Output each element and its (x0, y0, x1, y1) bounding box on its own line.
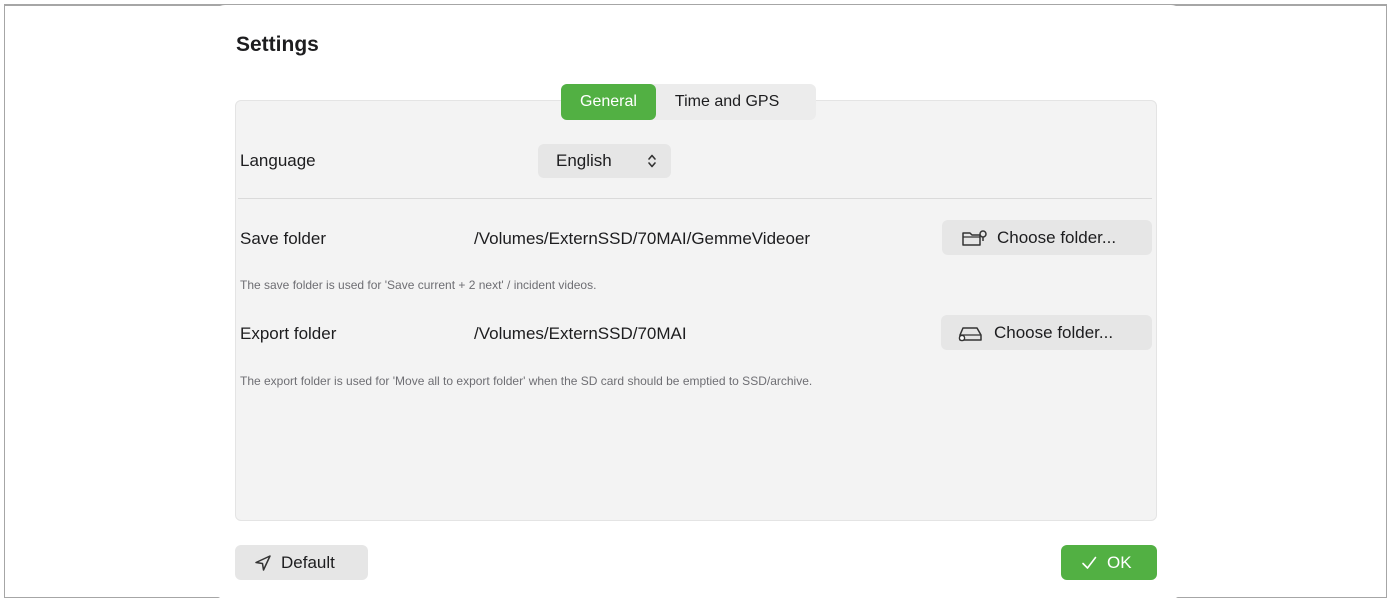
language-value: English (556, 151, 612, 170)
external-drive-icon (957, 324, 985, 342)
save-folder-choose-label: Choose folder... (997, 228, 1117, 247)
save-folder-path: /Volumes/ExternSSD/70MAI/GemmeVideoer (474, 229, 811, 248)
export-folder-path: /Volumes/ExternSSD/70MAI (474, 324, 687, 343)
language-label: Language (240, 151, 316, 170)
ok-button[interactable]: OK (1061, 545, 1157, 580)
tab-general[interactable]: General (561, 84, 656, 120)
export-folder-choose-button[interactable]: Choose folder... (941, 315, 1152, 350)
ok-button-label: OK (1107, 553, 1132, 572)
settings-panel (235, 100, 1157, 521)
tab-bar: General Time and GPS (561, 84, 816, 120)
export-folder-choose-label: Choose folder... (994, 323, 1114, 342)
default-button[interactable]: Default (235, 545, 368, 580)
save-folder-choose-button[interactable]: Choose folder... (942, 220, 1152, 255)
default-button-label: Default (281, 553, 335, 572)
dialog-title: Settings (236, 33, 319, 56)
chevron-up-down-icon (647, 144, 657, 191)
export-folder-label: Export folder (240, 324, 337, 343)
section-divider (238, 198, 1152, 199)
tab-time-and-gps[interactable]: Time and GPS (656, 84, 816, 120)
export-folder-hint: The export folder is used for 'Move all … (240, 374, 813, 388)
save-folder-label: Save folder (240, 229, 326, 248)
location-arrow-icon (254, 554, 272, 572)
checkmark-icon (1080, 554, 1098, 572)
folder-pin-icon (961, 229, 988, 247)
save-folder-hint: The save folder is used for 'Save curren… (240, 278, 597, 292)
language-select[interactable]: English (538, 144, 671, 178)
